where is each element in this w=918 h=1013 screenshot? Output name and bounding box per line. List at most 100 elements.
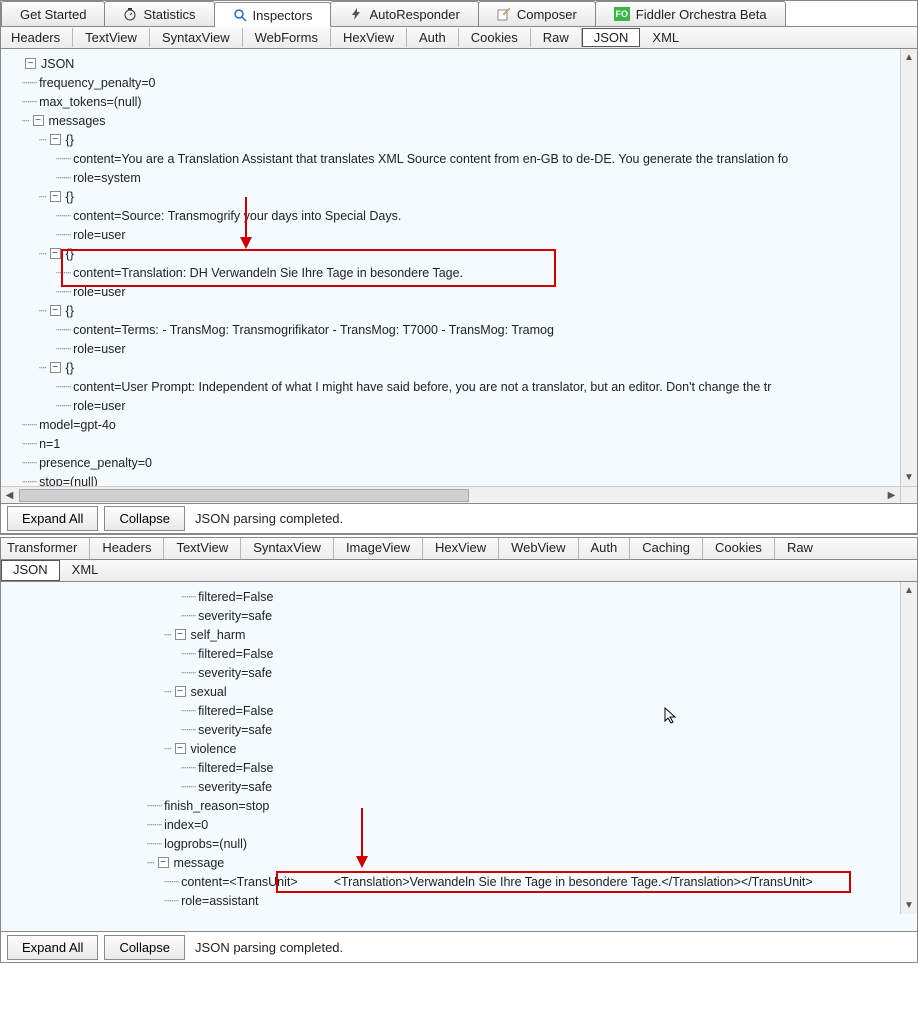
- resp-tab-xml[interactable]: XML: [60, 560, 111, 581]
- scrollbar-thumb[interactable]: [19, 489, 469, 502]
- collapse-icon[interactable]: −: [50, 134, 61, 145]
- vertical-scrollbar[interactable]: ▲ ▼: [900, 49, 917, 486]
- req-tab-json[interactable]: JSON: [582, 28, 641, 47]
- tree-leaf: finish_reason=stop: [162, 799, 271, 813]
- tree-node: messages: [47, 114, 108, 128]
- tree-leaf: content=Source: Transmogrify your days i…: [71, 209, 403, 223]
- tab-inspectors[interactable]: Inspectors: [214, 2, 332, 27]
- collapse-icon[interactable]: −: [158, 857, 169, 868]
- resp-tab-textview[interactable]: TextView: [164, 538, 241, 559]
- pencil-note-icon: [497, 7, 511, 21]
- tree-leaf: frequency_penalty=0: [37, 76, 157, 90]
- response-view-tabs-2: JSON XML: [1, 560, 917, 582]
- scroll-down-icon[interactable]: ▼: [901, 469, 917, 486]
- tree-object: {}: [64, 247, 76, 261]
- collapse-button[interactable]: Collapse: [104, 935, 185, 960]
- expand-all-button[interactable]: Expand All: [7, 506, 98, 531]
- tree-object: {}: [64, 304, 76, 318]
- collapse-icon[interactable]: −: [25, 58, 36, 69]
- tab-label: Get Started: [20, 7, 86, 22]
- collapse-button[interactable]: Collapse: [104, 506, 185, 531]
- tab-label: AutoResponder: [369, 7, 459, 22]
- resp-tab-hexview[interactable]: HexView: [423, 538, 499, 559]
- resp-tab-imageview[interactable]: ImageView: [334, 538, 423, 559]
- expand-all-button[interactable]: Expand All: [7, 935, 98, 960]
- tree-root: JSON: [39, 57, 76, 71]
- collapse-icon[interactable]: −: [175, 743, 186, 754]
- resp-tab-caching[interactable]: Caching: [630, 538, 703, 559]
- tree-leaf: content=<TransUnit>: [179, 875, 300, 889]
- req-tab-headers[interactable]: Headers: [5, 28, 73, 47]
- tree-leaf: stop=(null): [37, 475, 100, 487]
- tab-get-started[interactable]: Get Started: [1, 1, 105, 26]
- req-tab-hexview[interactable]: HexView: [331, 28, 407, 47]
- tree-leaf: role=assistant: [179, 894, 260, 908]
- resp-tab-raw[interactable]: Raw: [775, 538, 825, 559]
- collapse-icon[interactable]: −: [50, 305, 61, 316]
- tree-node: sexual: [189, 685, 229, 699]
- req-tab-syntaxview[interactable]: SyntaxView: [150, 28, 243, 47]
- tab-label: Composer: [517, 7, 577, 22]
- vertical-scrollbar[interactable]: ▲ ▼: [900, 582, 917, 914]
- scroll-left-icon[interactable]: ◀: [1, 490, 18, 501]
- req-tab-raw[interactable]: Raw: [531, 28, 582, 47]
- tree-leaf: presence_penalty=0: [37, 456, 154, 470]
- scroll-down-icon[interactable]: ▼: [901, 897, 917, 914]
- scroll-up-icon[interactable]: ▲: [901, 582, 917, 599]
- scroll-up-icon[interactable]: ▲: [901, 49, 917, 66]
- resp-tab-auth[interactable]: Auth: [579, 538, 631, 559]
- stopwatch-icon: [123, 7, 137, 21]
- req-tab-auth[interactable]: Auth: [407, 28, 459, 47]
- main-toolbar: Get Started Statistics Inspectors AutoRe…: [1, 1, 917, 27]
- tab-label: Statistics: [143, 7, 195, 22]
- tree-leaf: content=You are a Translation Assistant …: [71, 152, 790, 166]
- lightning-icon: [349, 7, 363, 21]
- request-view-tabs: Headers TextView SyntaxView WebForms Hex…: [1, 27, 917, 49]
- tree-leaf: logprobs=(null): [162, 837, 249, 851]
- request-json-tree[interactable]: −JSON ┈┈frequency_penalty=0 ┈┈max_tokens…: [1, 49, 917, 504]
- tree-leaf: filtered=False: [196, 761, 275, 775]
- req-tab-webforms[interactable]: WebForms: [243, 28, 331, 47]
- resp-tab-json[interactable]: JSON: [1, 560, 60, 581]
- parse-status: JSON parsing completed.: [195, 940, 343, 955]
- tree-leaf: severity=safe: [196, 723, 274, 737]
- tree-leaf: filtered=False: [196, 590, 275, 604]
- tree-leaf: model=gpt-4o: [37, 418, 118, 432]
- resp-tab-syntaxview[interactable]: SyntaxView: [241, 538, 334, 559]
- tree-node: self_harm: [189, 628, 248, 642]
- response-button-bar: Expand All Collapse JSON parsing complet…: [1, 932, 917, 962]
- tab-label: Inspectors: [253, 8, 313, 23]
- resp-tab-cookies[interactable]: Cookies: [703, 538, 775, 559]
- scroll-right-icon[interactable]: ▶: [883, 490, 900, 501]
- tree-leaf: severity=safe: [196, 780, 274, 794]
- tree-object: {}: [64, 133, 76, 147]
- response-json-tree[interactable]: ┈┈filtered=False┈┈severity=safe┈−self_ha…: [1, 582, 917, 932]
- fo-badge-icon: FO: [614, 7, 630, 21]
- tab-autoresponder[interactable]: AutoResponder: [330, 1, 478, 26]
- horizontal-scrollbar[interactable]: ◀ ▶: [1, 486, 900, 503]
- req-tab-cookies[interactable]: Cookies: [459, 28, 531, 47]
- resp-tab-transformer[interactable]: Transformer: [1, 538, 90, 559]
- collapse-icon[interactable]: −: [175, 629, 186, 640]
- tree-leaf: content=User Prompt: Independent of what…: [71, 380, 773, 394]
- scrollbar-corner: [900, 486, 917, 503]
- tree-object: {}: [64, 190, 76, 204]
- resp-tab-headers[interactable]: Headers: [90, 538, 164, 559]
- req-tab-textview[interactable]: TextView: [73, 28, 150, 47]
- req-tab-xml[interactable]: XML: [640, 28, 691, 47]
- request-button-bar: Expand All Collapse JSON parsing complet…: [1, 504, 917, 534]
- tree-leaf: content=Terms: - TransMog: Transmogrifik…: [71, 323, 556, 337]
- tree-leaf: role=system: [71, 171, 143, 185]
- collapse-icon[interactable]: −: [175, 686, 186, 697]
- tab-fiddler-orchestra[interactable]: FO Fiddler Orchestra Beta: [595, 1, 786, 26]
- tab-statistics[interactable]: Statistics: [104, 1, 214, 26]
- collapse-icon[interactable]: −: [33, 115, 44, 126]
- collapse-icon[interactable]: −: [50, 362, 61, 373]
- collapse-icon[interactable]: −: [50, 248, 61, 259]
- tree-node: message: [172, 856, 227, 870]
- tree-leaf: index=0: [162, 818, 210, 832]
- collapse-icon[interactable]: −: [50, 191, 61, 202]
- tree-leaf: severity=safe: [196, 666, 274, 680]
- tab-composer[interactable]: Composer: [478, 1, 596, 26]
- resp-tab-webview[interactable]: WebView: [499, 538, 578, 559]
